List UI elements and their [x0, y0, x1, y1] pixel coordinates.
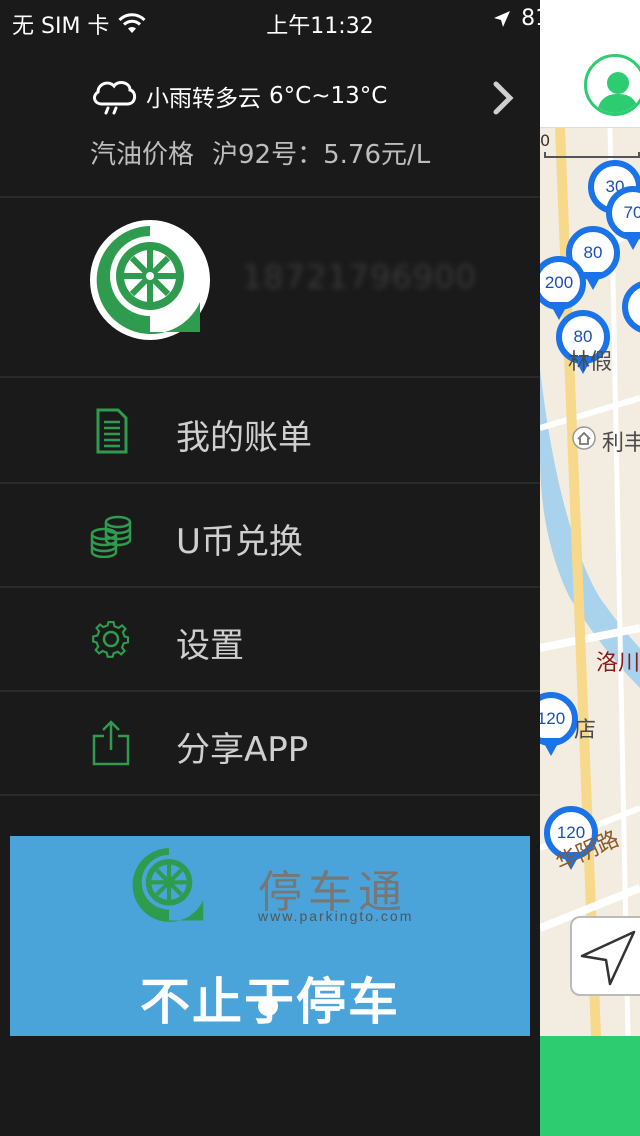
weather-panel[interactable]: 小雨转多云 6°C~13°C 汽油价格 沪92号：5.76元/L [0, 40, 540, 198]
user-icon [597, 72, 639, 113]
map-road-label: 洛川 [596, 651, 640, 676]
drawer-menu: 我的账单 U币兑换 设置 分享APP [0, 380, 540, 796]
parking-pin[interactable]: 1 [622, 280, 640, 346]
map-bottom-action-bar[interactable] [540, 1036, 640, 1136]
fuel-price-value: 沪92号：5.76元/L [212, 140, 431, 170]
navigation-arrow-icon [580, 930, 636, 986]
map-view[interactable]: 0 30 70 80 200 1 80 120 120 林假 利丰 洛川 店 华… [540, 0, 640, 1136]
user-profile[interactable]: 18721796900 [0, 200, 540, 378]
menu-item-label: 设置 [176, 626, 244, 666]
map-place-label: 利丰 [602, 431, 640, 456]
app-logo-icon [132, 848, 204, 922]
map-place-label: 林假 [568, 350, 613, 375]
map-place-label: 店 [574, 718, 597, 743]
menu-item-label: 分享APP [176, 730, 309, 770]
fuel-price-label: 汽油价格 [90, 140, 195, 170]
weather-temperature: 6°C~13°C [269, 83, 388, 109]
promo-banner[interactable]: 停车通 www.parkingto.com 不止于停车 [10, 836, 530, 1036]
menu-item-label: U币兑换 [176, 522, 303, 562]
map-scale-bar [544, 152, 640, 158]
menu-item-coins[interactable]: U币兑换 [0, 484, 540, 588]
parking-pin[interactable]: 120 [540, 692, 578, 758]
user-phone: 18721796900 [242, 258, 477, 296]
location-arrow-icon [494, 10, 511, 27]
menu-item-label: 我的账单 [176, 418, 312, 458]
status-bar: 无 SIM 卡 上午11:32 81% [0, 0, 640, 40]
battery-icon [580, 7, 632, 30]
rain-cloud-icon [93, 81, 137, 115]
map-scale-label: 0 [540, 131, 551, 150]
battery-percent: 81% [521, 6, 570, 31]
share-icon [92, 720, 130, 766]
weather-condition: 小雨转多云 [146, 86, 261, 112]
menu-item-settings[interactable]: 设置 [0, 588, 540, 692]
app-logo-icon [90, 220, 210, 340]
menu-item-share[interactable]: 分享APP [0, 692, 540, 796]
user-avatar-button[interactable] [584, 54, 640, 116]
bill-icon [96, 408, 128, 454]
coins-icon [90, 515, 132, 558]
locate-me-button[interactable] [570, 916, 640, 996]
menu-item-bill[interactable]: 我的账单 [0, 380, 540, 484]
side-drawer: 小雨转多云 6°C~13°C 汽油价格 沪92号：5.76元/L 1872179… [0, 0, 540, 1136]
banner-page-indicator[interactable] [258, 996, 278, 1016]
chevron-right-icon[interactable] [488, 80, 518, 116]
gear-icon [92, 620, 130, 658]
poi-house-icon [572, 426, 596, 450]
banner-url: www.parkingto.com [258, 908, 414, 924]
